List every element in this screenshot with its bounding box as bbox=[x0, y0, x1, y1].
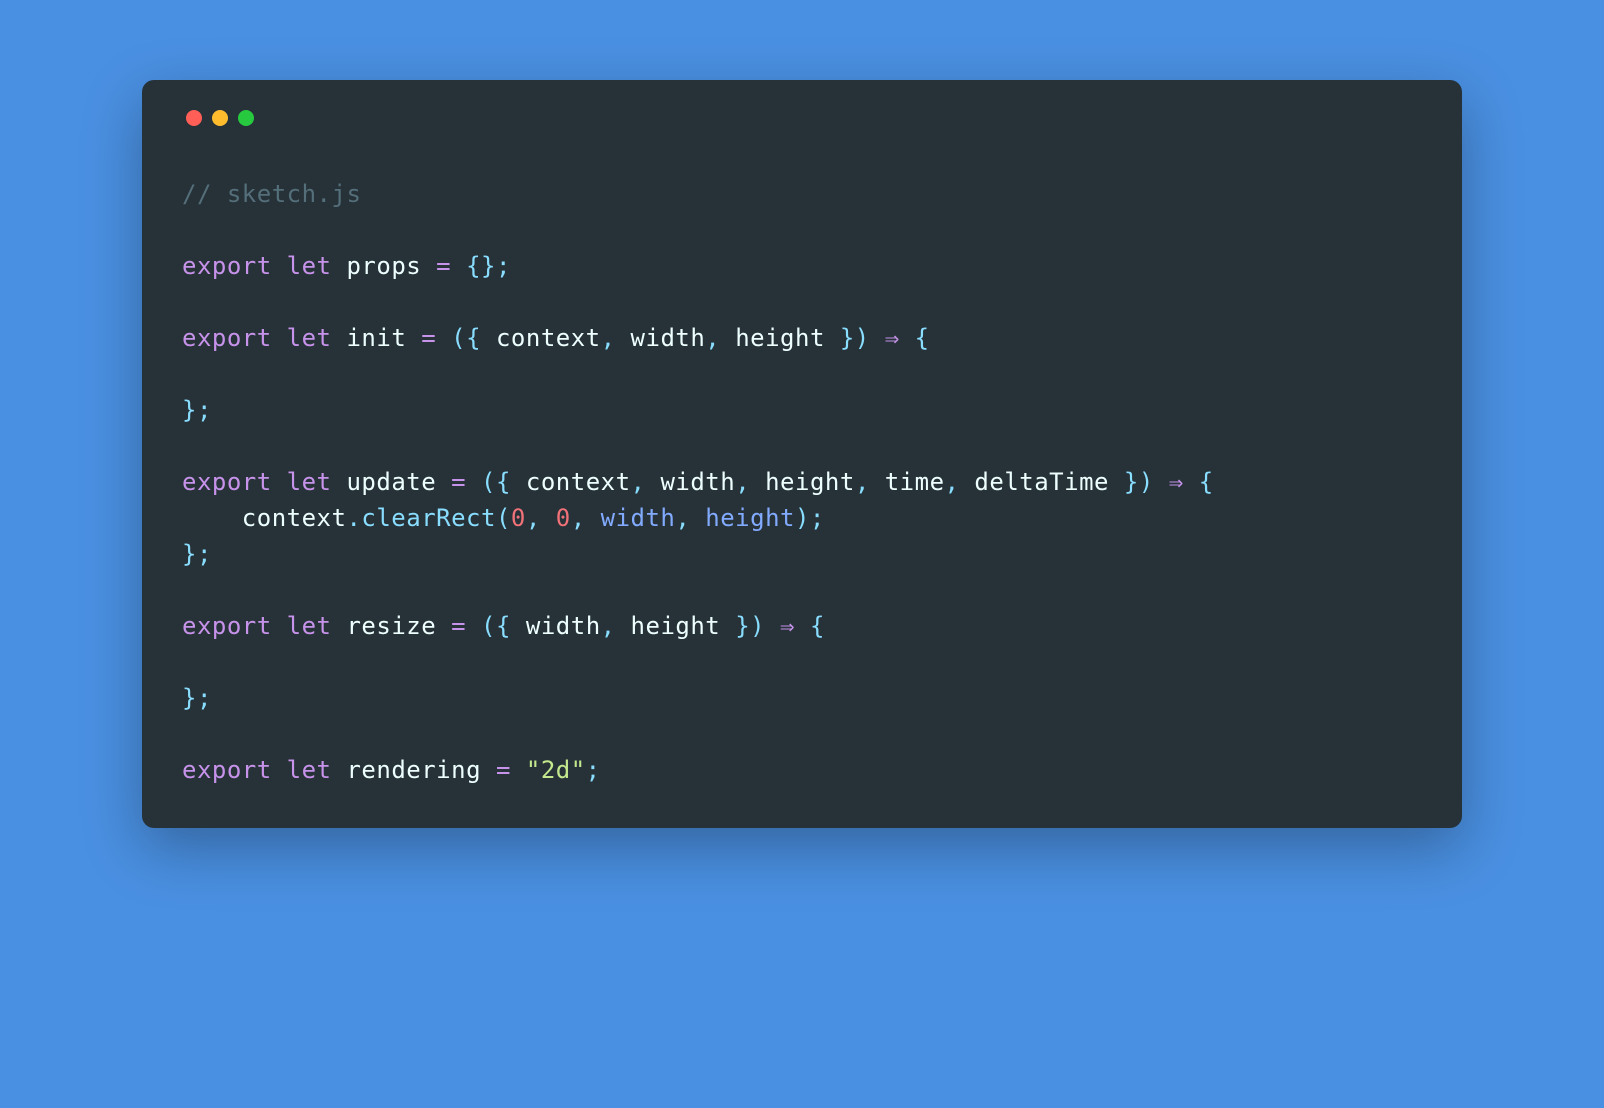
code-comment: // sketch.js bbox=[182, 180, 361, 208]
param-height: height bbox=[735, 324, 825, 352]
close-icon[interactable] bbox=[186, 110, 202, 126]
param-context: context bbox=[496, 324, 601, 352]
window-title-bar bbox=[182, 110, 1422, 126]
var-init: init bbox=[346, 324, 406, 352]
ctx-ref: context bbox=[242, 504, 347, 532]
var-update: update bbox=[346, 468, 436, 496]
keyword-let: let bbox=[287, 252, 332, 280]
minimize-icon[interactable] bbox=[212, 110, 228, 126]
code-window: // sketch.js export let props = {}; expo… bbox=[142, 80, 1462, 828]
var-props: props bbox=[346, 252, 421, 280]
string-2d: "2d" bbox=[526, 756, 586, 784]
param-deltaTime: deltaTime bbox=[974, 468, 1109, 496]
method-clearRect: clearRect bbox=[361, 504, 496, 532]
param-time: time bbox=[885, 468, 945, 496]
code-editor: // sketch.js export let props = {}; expo… bbox=[182, 176, 1422, 788]
keyword-export: export bbox=[182, 252, 272, 280]
maximize-icon[interactable] bbox=[238, 110, 254, 126]
var-resize: resize bbox=[346, 612, 436, 640]
number-zero: 0 bbox=[511, 504, 526, 532]
param-width: width bbox=[631, 324, 706, 352]
var-rendering: rendering bbox=[346, 756, 481, 784]
